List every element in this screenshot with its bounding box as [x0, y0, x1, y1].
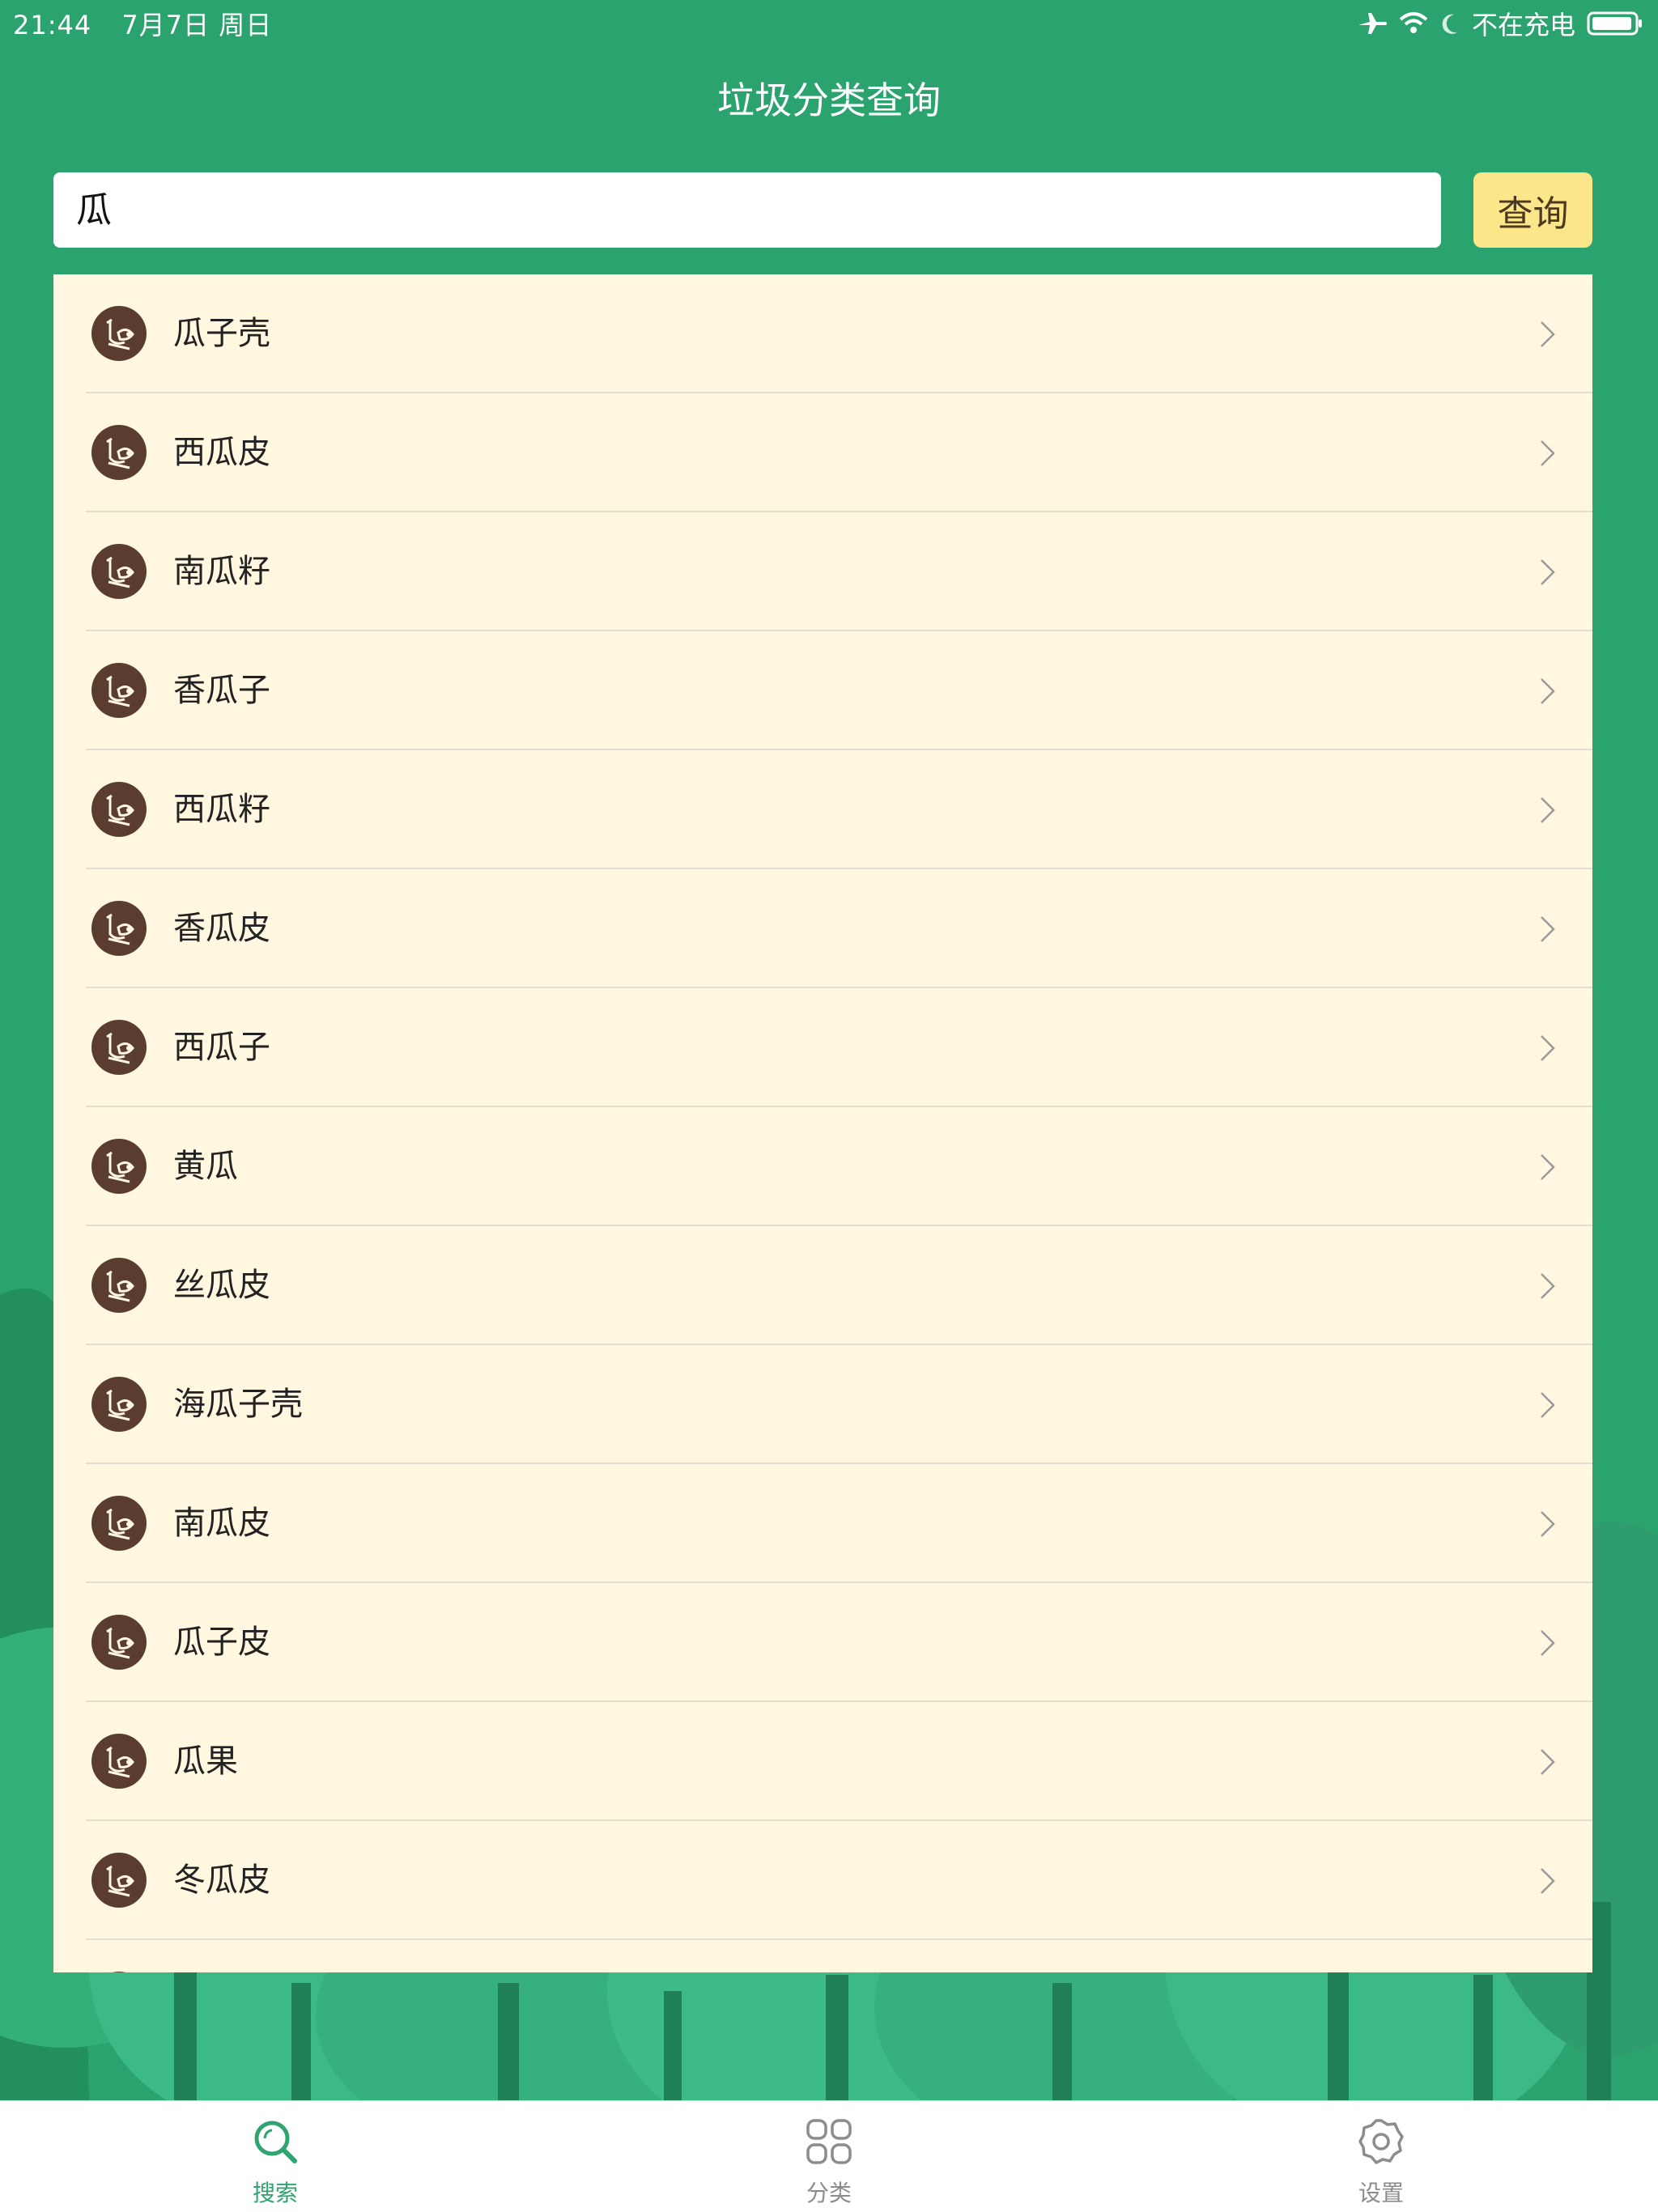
tab-category-label: 分类: [806, 2180, 852, 2206]
compost-category-icon: [91, 663, 147, 718]
chevron-right-icon: [1541, 678, 1555, 704]
compost-category-icon: [91, 1971, 147, 1972]
grid-icon: [806, 2119, 852, 2164]
list-item-label: 南瓜籽: [173, 553, 270, 590]
list-item-label: 西瓜籽: [173, 791, 270, 828]
status-bar: 21:44 7月7日 周日 不在充电: [0, 0, 1658, 42]
list-item[interactable]: 西瓜籽: [53, 750, 1592, 869]
list-item[interactable]: 海瓜子壳: [53, 1345, 1592, 1464]
compost-category-icon: [91, 425, 147, 480]
query-button[interactable]: 查询: [1473, 172, 1592, 248]
compost-category-icon: [91, 1377, 147, 1432]
list-item-label: 西瓜皮: [173, 434, 270, 471]
list-item[interactable]: 丝瓜皮: [53, 1226, 1592, 1345]
list-item[interactable]: 西瓜皮: [53, 393, 1592, 512]
compost-category-icon: [91, 1853, 147, 1908]
compost-category-icon: [91, 1258, 147, 1313]
chevron-right-icon: [1541, 1392, 1555, 1418]
chevron-right-icon: [1541, 1868, 1555, 1894]
chevron-right-icon: [1541, 1154, 1555, 1180]
list-item-label: 西瓜子: [173, 1029, 270, 1066]
chevron-right-icon: [1541, 916, 1555, 942]
list-item-label: 瓜子皮: [173, 1624, 270, 1661]
list-item-label: 冬瓜皮: [173, 1862, 270, 1899]
airplane-icon: [1358, 13, 1387, 34]
moon-icon: [1442, 14, 1457, 34]
list-item-label: 南瓜皮: [173, 1505, 270, 1542]
search-input[interactable]: 瓜: [53, 172, 1441, 248]
tab-settings-label: 设置: [1358, 2180, 1404, 2206]
list-item-label: 香瓜子: [173, 672, 270, 709]
tab-search[interactable]: 搜索: [194, 2101, 356, 2212]
compost-category-icon: [91, 1139, 147, 1194]
compost-category-icon: [91, 306, 147, 361]
list-item[interactable]: 冬瓜皮: [53, 1821, 1592, 1940]
status-left: 21:44 7月7日 周日: [13, 5, 293, 42]
tab-bar: 搜索 分类 设置: [0, 2100, 1658, 2212]
results-list[interactable]: 瓜子壳 西瓜皮 南瓜籽 香瓜子 西瓜籽 香瓜皮 西瓜子 黄瓜 丝瓜皮 海瓜子壳 …: [53, 274, 1592, 1972]
list-item-partial[interactable]: [53, 1940, 1592, 1972]
compost-category-icon: [91, 1496, 147, 1551]
list-item[interactable]: 黄瓜: [53, 1107, 1592, 1226]
compost-category-icon: [91, 1615, 147, 1670]
list-item-label: 香瓜皮: [173, 910, 270, 947]
list-item[interactable]: 香瓜皮: [53, 869, 1592, 988]
list-item-label: 海瓜子壳: [173, 1386, 303, 1423]
list-item[interactable]: 瓜果: [53, 1702, 1592, 1821]
chevron-right-icon: [1541, 1630, 1555, 1656]
chevron-right-icon: [1541, 1273, 1555, 1299]
page-title: 垃圾分类查询: [717, 79, 941, 122]
compost-category-icon: [91, 544, 147, 599]
chevron-right-icon: [1541, 797, 1555, 823]
compost-category-icon: [91, 1020, 147, 1075]
list-item[interactable]: 瓜子皮: [53, 1583, 1592, 1702]
charging-status: 不在充电: [1471, 10, 1575, 40]
status-right: 不在充电: [1357, 5, 1643, 42]
search-icon: [254, 2121, 297, 2163]
list-item[interactable]: 香瓜子: [53, 631, 1592, 750]
list-item[interactable]: 瓜子壳: [53, 274, 1592, 393]
status-date: 7月7日 周日: [121, 10, 273, 40]
tab-search-label: 搜索: [252, 2180, 298, 2206]
list-item-label: 瓜子壳: [173, 315, 270, 352]
status-time: 21:44: [13, 10, 92, 40]
chevron-right-icon: [1541, 559, 1555, 585]
chevron-right-icon: [1541, 1511, 1555, 1537]
list-item-label: 瓜果: [173, 1743, 238, 1780]
list-item[interactable]: 南瓜籽: [53, 512, 1592, 631]
battery-icon: [1587, 11, 1642, 36]
list-item[interactable]: 南瓜皮: [53, 1464, 1592, 1583]
chevron-right-icon: [1541, 321, 1555, 347]
compost-category-icon: [91, 1734, 147, 1789]
tab-settings[interactable]: 设置: [1300, 2101, 1462, 2212]
compost-category-icon: [91, 901, 147, 956]
compost-category-icon: [91, 782, 147, 837]
list-item[interactable]: 西瓜子: [53, 988, 1592, 1107]
chevron-right-icon: [1541, 440, 1555, 466]
gear-icon: [1358, 2119, 1404, 2164]
chevron-right-icon: [1541, 1749, 1555, 1775]
list-item-label: 黄瓜: [173, 1148, 238, 1185]
list-item-label: 丝瓜皮: [173, 1267, 270, 1304]
chevron-right-icon: [1541, 1035, 1555, 1061]
wifi-icon: [1399, 12, 1428, 33]
tab-category[interactable]: 分类: [748, 2101, 910, 2212]
